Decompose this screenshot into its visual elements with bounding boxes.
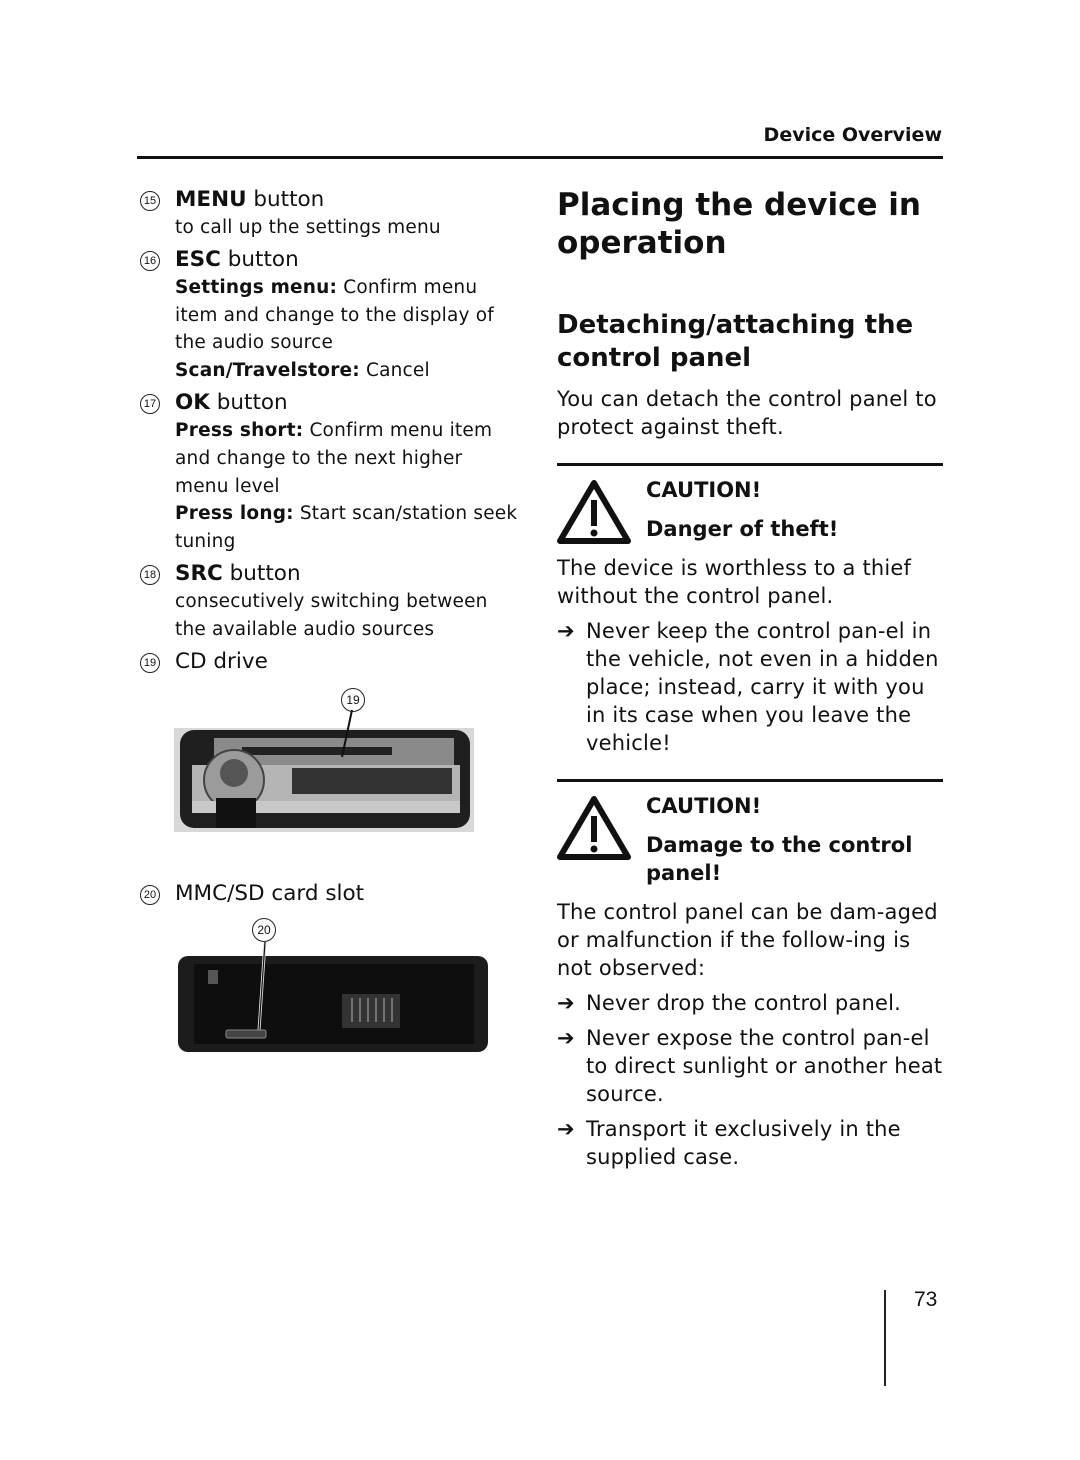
bullet-text: Never drop the control panel. <box>586 991 901 1015</box>
item-name: MENU <box>175 187 247 212</box>
item-suffix: button <box>246 187 325 212</box>
item-number: 17 <box>140 393 160 414</box>
list-item-esc: 16 ESC button Settings menu: Confirm men… <box>138 246 518 385</box>
intro-paragraph: You can detach the control panel to prot… <box>557 387 937 439</box>
item-desc: Press long: Start scan/station seek tuni… <box>175 500 518 556</box>
arrow-right-icon: ➔ <box>557 1026 575 1050</box>
item-desc: Scan/Travelstore: Cancel <box>175 357 518 385</box>
item-number: 20 <box>140 884 160 905</box>
list-item-src: 18 SRC button consecutively switching be… <box>138 560 518 644</box>
item-name: MMC/SD card slot <box>175 880 365 906</box>
arrow-right-icon: ➔ <box>557 1117 575 1141</box>
caution-text: The control panel can be dam-aged or mal… <box>557 900 938 980</box>
control-list: 15 MENU button to call up the settings m… <box>138 186 518 1072</box>
caution-damage: CAUTION! Damage to the control panel! Th… <box>557 779 943 1171</box>
item-number: 16 <box>140 250 160 271</box>
warning-triangle-icon <box>557 796 631 860</box>
bullet-text: Never keep the control pan-el in the veh… <box>586 619 939 755</box>
control-panel-back-photo <box>178 941 488 1052</box>
item-name: SRC <box>175 560 223 586</box>
caution-theft: CAUTION! Danger of theft! The device is … <box>557 463 943 757</box>
desc-label: Press short: <box>175 419 304 441</box>
warning-triangle-icon <box>557 480 631 544</box>
item-name: OK <box>175 389 210 415</box>
section-title: Placing the device in operation <box>557 187 921 261</box>
desc-label: Press long: <box>175 503 294 525</box>
footer-rule <box>884 1290 886 1386</box>
caution-text: The device is worthless to a thief witho… <box>557 556 912 608</box>
cd-drive-figure: 19 <box>138 680 518 880</box>
subsection-title: Detaching/attaching the control panel <box>557 310 914 373</box>
item-number: 15 <box>140 191 160 211</box>
bullet-text: Never expose the control pan-el to direc… <box>586 1026 943 1106</box>
arrow-right-icon: ➔ <box>557 991 575 1015</box>
item-suffix: button <box>209 389 288 415</box>
page-number: 73 <box>914 1288 938 1311</box>
caution-heading: Danger of theft! <box>646 517 839 541</box>
item-suffix: button <box>220 246 299 272</box>
item-number: 18 <box>140 564 160 585</box>
caution-bullet: ➔ Never expose the control pan-el to dire… <box>557 1024 943 1108</box>
item-name: CD drive <box>175 648 268 674</box>
list-item-sd-slot: 20 MMC/SD card slot <box>138 880 518 908</box>
desc-text: consecutively switching between the avai… <box>175 590 488 640</box>
item-number: 19 <box>140 652 160 673</box>
list-item-cd-drive: 19 CD drive <box>138 648 518 676</box>
running-head: Device Overview <box>763 124 942 146</box>
arrow-right-icon: ➔ <box>557 619 575 643</box>
bullet-text: Transport it exclusively in the supplied… <box>586 1117 901 1169</box>
item-desc: Settings menu: Confirm menu item and cha… <box>175 274 518 357</box>
item-desc: to call up the settings menu <box>175 214 518 242</box>
desc-text: to call up the settings menu <box>175 217 441 238</box>
caution-bullet: ➔ Transport it exclusively in the supplie… <box>557 1115 943 1171</box>
item-desc: Press short: Confirm menu item and chang… <box>175 417 518 500</box>
header-rule <box>137 156 943 159</box>
caution-bullet: ➔ Never drop the control panel. <box>557 989 943 1017</box>
item-suffix: button <box>222 560 301 586</box>
caution-bullet: ➔ Never keep the control pan-el in the ve… <box>557 617 943 757</box>
desc-text: Cancel <box>359 360 430 382</box>
caution-label: CAUTION! <box>646 794 762 818</box>
desc-label: Scan/Travelstore: <box>175 360 360 382</box>
cd-drive-photo <box>174 709 474 832</box>
sd-slot-figure: 20 <box>138 912 518 1072</box>
item-desc: consecutively switching between the avai… <box>175 588 518 644</box>
caution-label: CAUTION! <box>646 478 762 502</box>
list-item-menu: 15 MENU button to call up the settings m… <box>138 186 518 242</box>
caution-heading: Damage to the control panel! <box>646 833 913 885</box>
item-name: ESC <box>175 246 221 272</box>
list-item-ok: 17 OK button Press short: Confirm menu i… <box>138 389 518 556</box>
desc-label: Settings menu: <box>175 276 338 298</box>
main-content: Placing the device in operation Detachin… <box>557 186 943 1171</box>
